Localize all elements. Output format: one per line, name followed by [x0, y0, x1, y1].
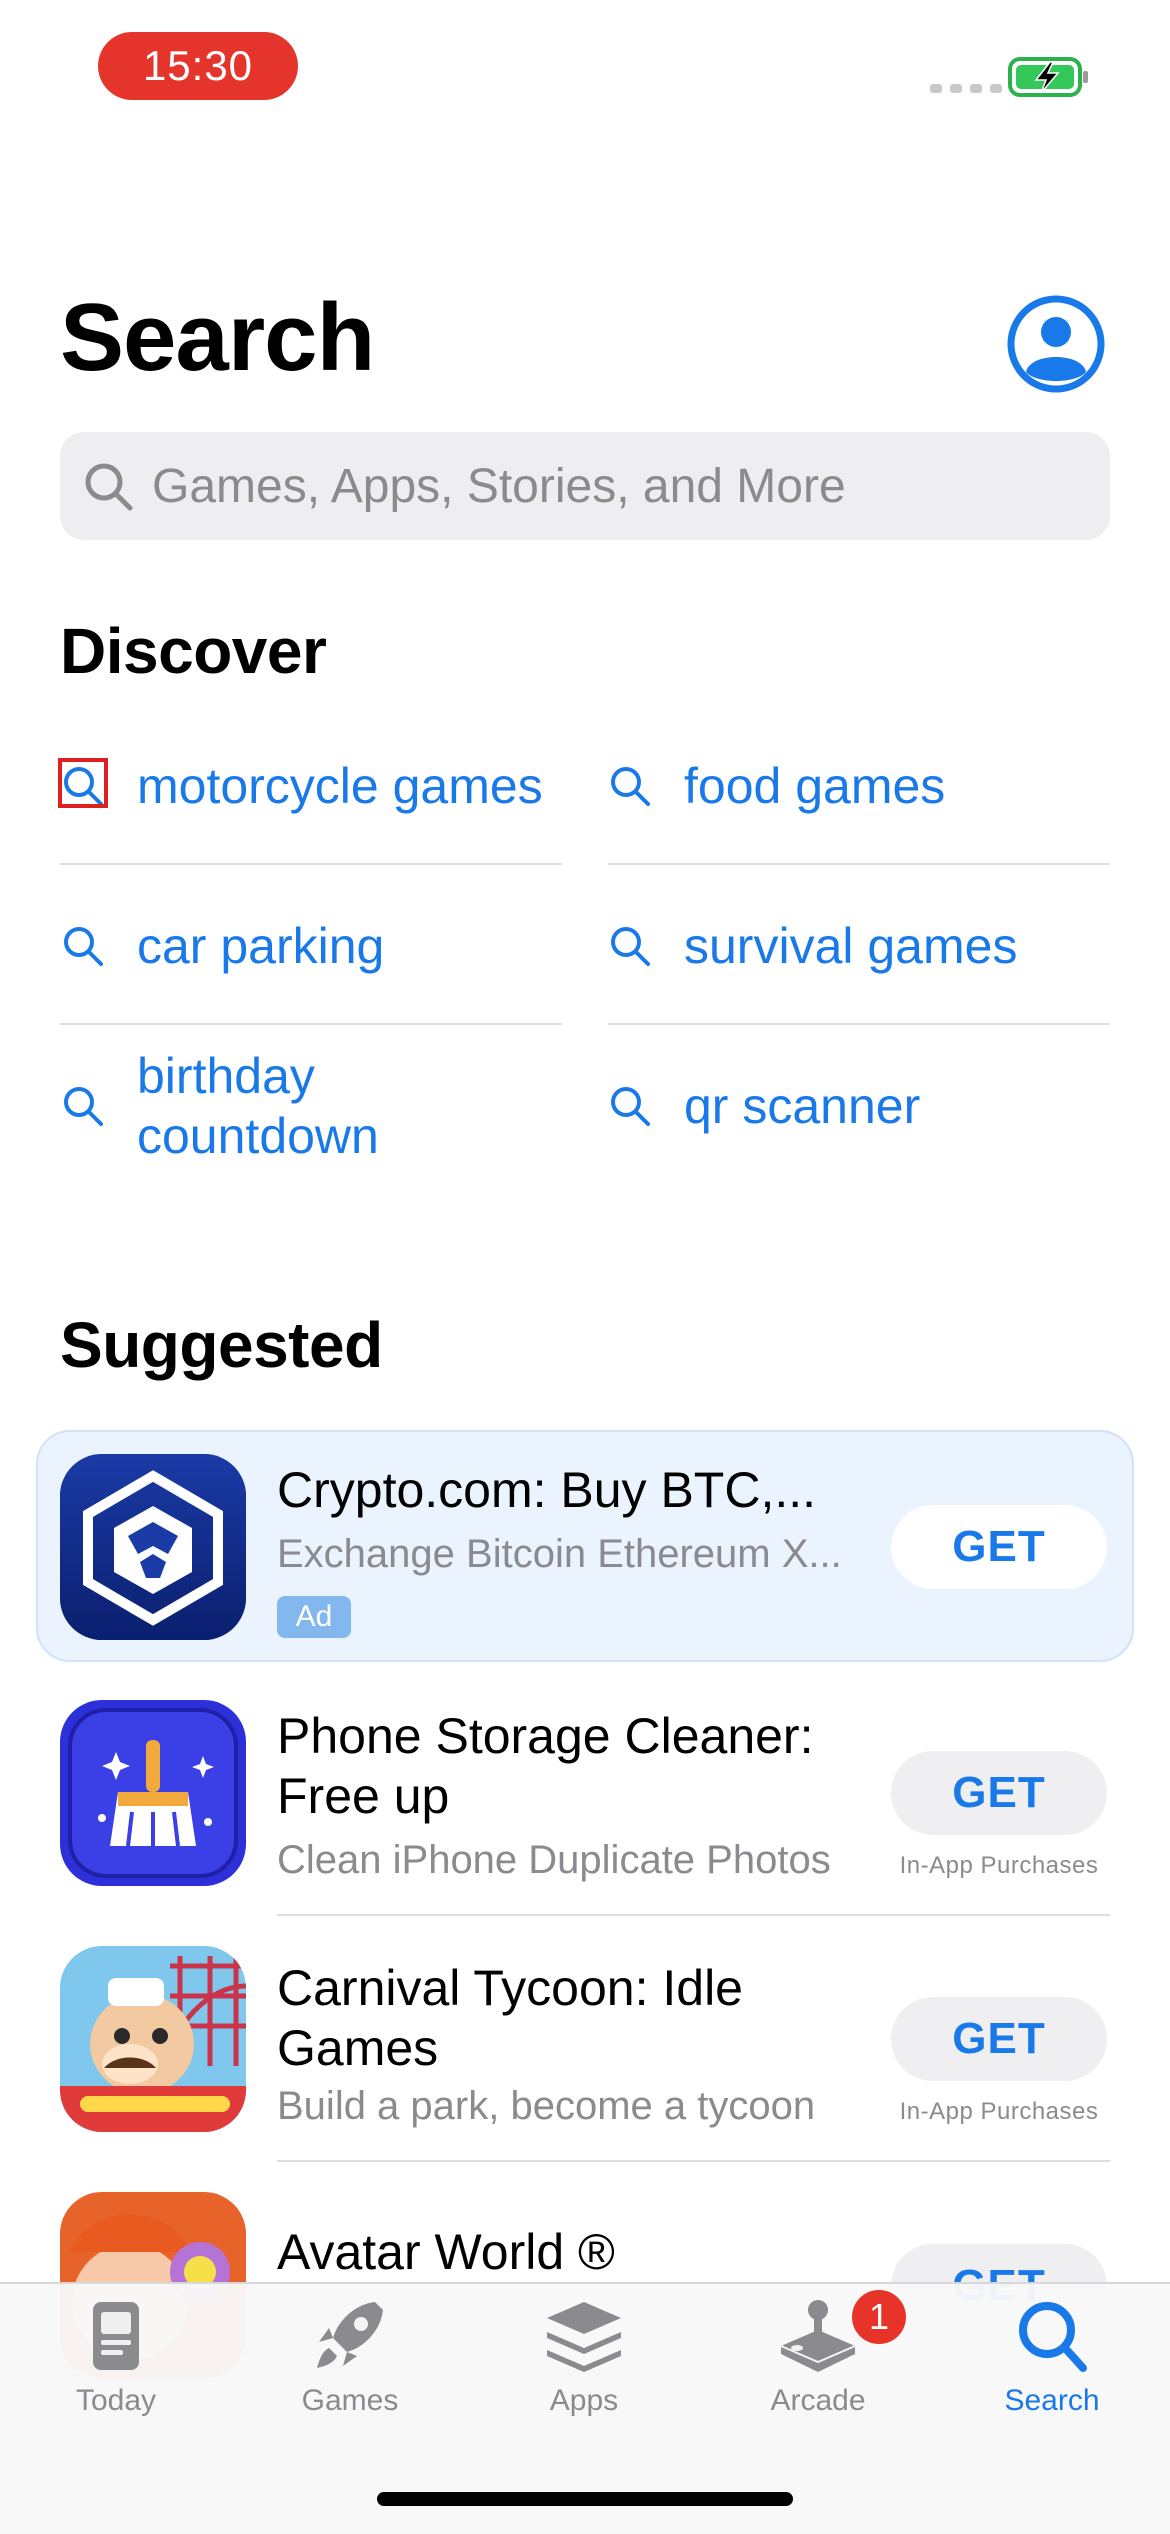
- cleaner-app-icon[interactable]: [60, 1700, 246, 1886]
- discover-heading: Discover: [60, 615, 327, 687]
- tab-label: Search: [1004, 2384, 1100, 2417]
- magnifier-icon: [611, 1087, 650, 1126]
- divider: [608, 1023, 1110, 1025]
- app-name: Carnival Tycoon: Idle Games: [277, 1960, 743, 2076]
- status-time: 15:30: [98, 32, 298, 100]
- suggested-heading: Suggested: [60, 1309, 383, 1381]
- discover-item-birthday-countdown[interactable]: birthday countdown: [61, 1046, 437, 1166]
- search-bar[interactable]: [60, 432, 1110, 540]
- home-indicator: [377, 2492, 793, 2506]
- tab-apps[interactable]: Apps: [484, 2296, 684, 2436]
- tab-search[interactable]: Search: [952, 2296, 1152, 2436]
- discover-item-survival-games[interactable]: survival games: [608, 916, 1017, 976]
- divider: [277, 1914, 1110, 1916]
- in-app-purchases-note: In-App Purchases: [899, 2098, 1099, 2125]
- cellular-signal-icon: [930, 84, 1002, 93]
- discover-item-qr-scanner[interactable]: qr scanner: [608, 1076, 920, 1136]
- discover-label: qr scanner: [684, 1078, 921, 1134]
- tab-label: Today: [75, 2384, 157, 2417]
- tab-label: Arcade: [770, 2384, 866, 2417]
- magnifier-icon: [611, 927, 650, 966]
- search-icon: [1019, 2302, 1087, 2372]
- get-button[interactable]: GET: [891, 1751, 1107, 1835]
- magnifier-icon: [611, 767, 650, 806]
- magnifier-icon: [64, 1087, 103, 1126]
- tab-label: Apps: [549, 2384, 619, 2417]
- battery-charging-icon: [1008, 57, 1088, 97]
- discover-item-motorcycle-games[interactable]: motorcycle games: [61, 756, 543, 816]
- divider: [277, 2160, 1110, 2162]
- app-subtitle: Build a park, become a tycoon: [277, 2084, 816, 2128]
- crypto-app-icon[interactable]: [60, 1454, 246, 1640]
- layers-icon: [547, 2302, 621, 2372]
- account-avatar-icon[interactable]: [1006, 294, 1106, 394]
- app-subtitle: Exchange Bitcoin Ethereum X...: [277, 1532, 842, 1576]
- get-button[interactable]: GET: [891, 1505, 1107, 1589]
- tab-today[interactable]: Today: [16, 2296, 216, 2436]
- get-button[interactable]: GET: [891, 1997, 1107, 2081]
- highlight-box: [58, 758, 108, 808]
- carnival-app-icon[interactable]: [60, 1946, 246, 2132]
- divider: [60, 1023, 562, 1025]
- discover-label: motorcycle games: [137, 758, 543, 814]
- discover-item-food-games[interactable]: food games: [608, 756, 945, 816]
- app-name: Avatar World ®: [277, 2224, 615, 2280]
- divider: [608, 863, 1110, 865]
- discover-label: food games: [684, 758, 946, 814]
- joystick-icon: [780, 2300, 856, 2372]
- search-icon: [85, 463, 133, 511]
- page-title: Search: [60, 284, 375, 391]
- rocket-icon: [317, 2302, 383, 2368]
- discover-label: birthday countdown: [137, 1048, 379, 1164]
- search-input[interactable]: [152, 432, 1082, 540]
- app-name: Crypto.com: Buy BTC,...: [277, 1462, 817, 1518]
- discover-item-car-parking[interactable]: car parking: [61, 916, 384, 976]
- today-icon: [93, 2302, 139, 2370]
- arcade-badge: 1: [852, 2290, 906, 2344]
- tab-label: Games: [301, 2384, 399, 2417]
- divider: [60, 863, 562, 865]
- magnifier-icon: [64, 927, 103, 966]
- discover-label: survival games: [684, 918, 1018, 974]
- app-name: Phone Storage Cleaner: Free up: [277, 1708, 814, 1824]
- ad-badge: Ad: [277, 1596, 351, 1638]
- in-app-purchases-note: In-App Purchases: [899, 1852, 1099, 1879]
- discover-label: car parking: [137, 918, 385, 974]
- tab-games[interactable]: Games: [250, 2296, 450, 2436]
- app-subtitle: Clean iPhone Duplicate Photos: [277, 1838, 831, 1882]
